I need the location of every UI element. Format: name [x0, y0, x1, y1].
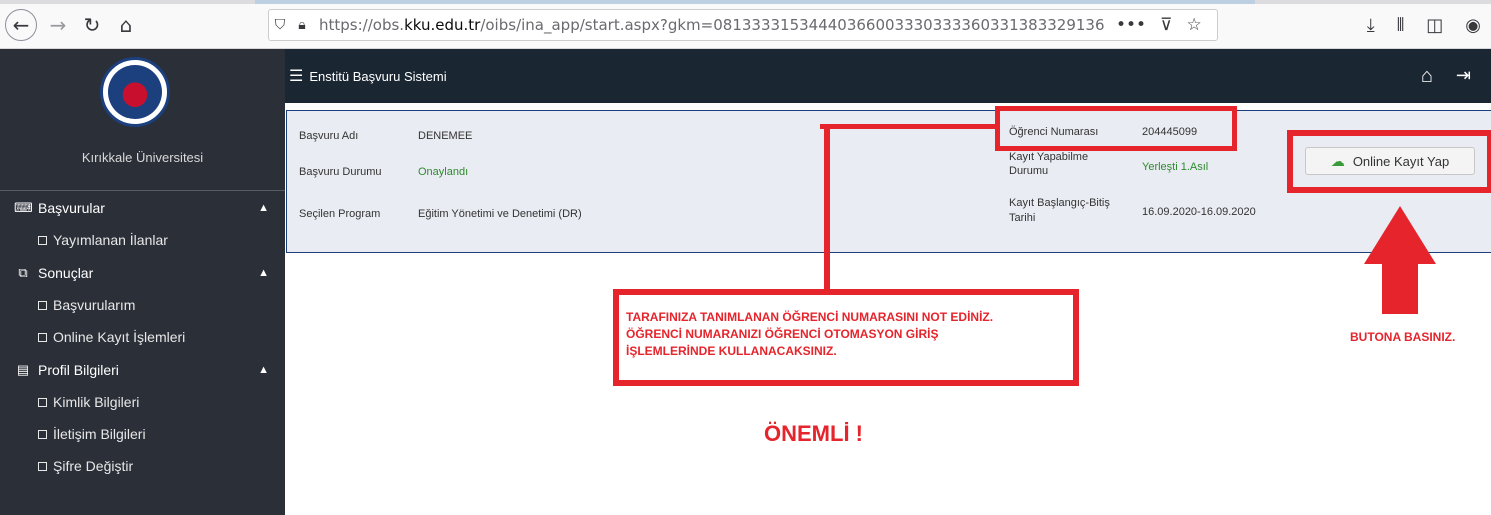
chevron-up-icon: ▲	[258, 363, 269, 376]
app-header: ☰ Enstitü Başvuru Sistemi ⌂ ⇥	[285, 49, 1491, 103]
press-button-label: BUTONA BASINIZ.	[1350, 330, 1456, 344]
kayit-durumu-label-1: Kayıt Yapabilme	[1009, 151, 1089, 163]
highlight-button	[1287, 130, 1491, 193]
home-icon[interactable]: ⌂	[1421, 65, 1433, 88]
square-icon	[38, 429, 47, 439]
shield-icon[interactable]: ⛉	[269, 17, 291, 33]
highlight-student-number	[995, 106, 1237, 151]
basvuru-adi-value: DENEMEE	[418, 130, 473, 142]
square-icon	[38, 461, 47, 471]
reload-icon[interactable]: ↻	[77, 10, 107, 40]
forward-arrow-icon[interactable]: →	[43, 10, 73, 40]
hamburger-menu-icon[interactable]: ☰	[289, 66, 303, 86]
sidebar-item-sifre[interactable]: Şifre Değiştir	[0, 450, 285, 482]
sidebar-menu: ⌨ Başvurular ▲ Yayımlanan İlanlar ⧉ Sonu…	[0, 190, 285, 482]
square-icon	[38, 300, 47, 310]
secilen-program-value: Eğitim Yönetimi ve Denetimi (DR)	[418, 208, 582, 220]
basvuru-durumu-label: Başvuru Durumu	[299, 166, 382, 178]
id-card-icon: ▤	[16, 361, 30, 377]
square-icon	[38, 332, 47, 342]
important-label: ÖNEMLİ !	[764, 421, 863, 446]
library-icon[interactable]: ⫴	[1397, 15, 1405, 36]
kayit-tarih-label-2: Tarihi	[1009, 212, 1036, 224]
basvuru-durumu-value: Onaylandı	[418, 166, 469, 178]
sidebar-group-basvurular[interactable]: ⌨ Başvurular ▲	[0, 191, 285, 224]
connector-horizontal	[820, 124, 996, 129]
sidebar-toggle-icon[interactable]: ◫	[1426, 15, 1443, 36]
note-text: TARAFINIZA TANIMLANAN ÖĞRENCİ NUMARASINI…	[626, 310, 994, 358]
logout-icon[interactable]: ⇥	[1456, 65, 1471, 86]
account-icon[interactable]: ◉	[1465, 15, 1481, 36]
kayit-durumu-label-2: Durumu	[1009, 165, 1049, 177]
browser-toolbar: ← → ↻ ⌂ ⛉ 🔒︎ https://obs.kku.edu.tr/oibs…	[0, 0, 1491, 49]
page-actions-icon[interactable]: •••	[1116, 15, 1146, 35]
page-title: Enstitü Başvuru Sistemi	[309, 68, 447, 84]
chevron-up-icon: ▲	[258, 266, 269, 279]
sidebar-item-yayimlanan-ilanlar[interactable]: Yayımlanan İlanlar	[0, 224, 285, 256]
url-text[interactable]: https://obs.kku.edu.tr/oibs/ina_app/star…	[319, 16, 1104, 34]
external-link-icon: ⧉	[18, 264, 28, 280]
kayit-tarih-value: 16.09.2020-16.09.2020	[1142, 206, 1256, 218]
sidebar-item-basvurularim[interactable]: Başvurularım	[0, 289, 285, 321]
sidebar: Kırıkkale Üniversitesi ⌨ Başvurular ▲ Ya…	[0, 49, 285, 515]
kayit-durumu-value: Yerleşti 1.Asıl	[1142, 161, 1209, 173]
back-arrow-icon[interactable]: ←	[5, 9, 37, 41]
university-name: Kırıkkale Üniversitesi	[81, 150, 204, 165]
sidebar-item-iletisim[interactable]: İletişim Bilgileri	[0, 418, 285, 450]
chevron-up-icon: ▲	[258, 201, 269, 214]
lock-icon[interactable]: 🔒︎	[291, 17, 313, 33]
connector-vertical	[824, 124, 830, 290]
sidebar-group-profil[interactable]: ▤ Profil Bilgileri ▲	[0, 353, 285, 386]
sidebar-item-kimlik[interactable]: Kimlik Bilgileri	[0, 386, 285, 418]
sidebar-item-online-kayit[interactable]: Online Kayıt İşlemleri	[0, 321, 285, 353]
square-icon	[38, 397, 47, 407]
university-logo	[100, 57, 170, 127]
pocket-icon[interactable]: ⊽	[1160, 15, 1172, 35]
basvuru-adi-label: Başvuru Adı	[299, 130, 359, 142]
tab-strip	[0, 0, 1491, 4]
keyboard-icon: ⌨	[14, 199, 33, 215]
sidebar-group-sonuclar[interactable]: ⧉ Sonuçlar ▲	[0, 256, 285, 289]
secilen-program-label: Seçilen Program	[299, 208, 381, 220]
address-bar[interactable]: ⛉ 🔒︎ https://obs.kku.edu.tr/oibs/ina_app…	[268, 9, 1218, 41]
home-icon[interactable]: ⌂	[111, 10, 141, 40]
download-icon[interactable]: ⤓	[1367, 15, 1375, 36]
up-arrow-icon	[1364, 206, 1436, 314]
square-icon	[38, 235, 47, 245]
kayit-tarih-label-1: Kayıt Başlangıç-Bitiş	[1009, 197, 1110, 209]
bookmark-star-icon[interactable]: ☆	[1187, 15, 1202, 35]
